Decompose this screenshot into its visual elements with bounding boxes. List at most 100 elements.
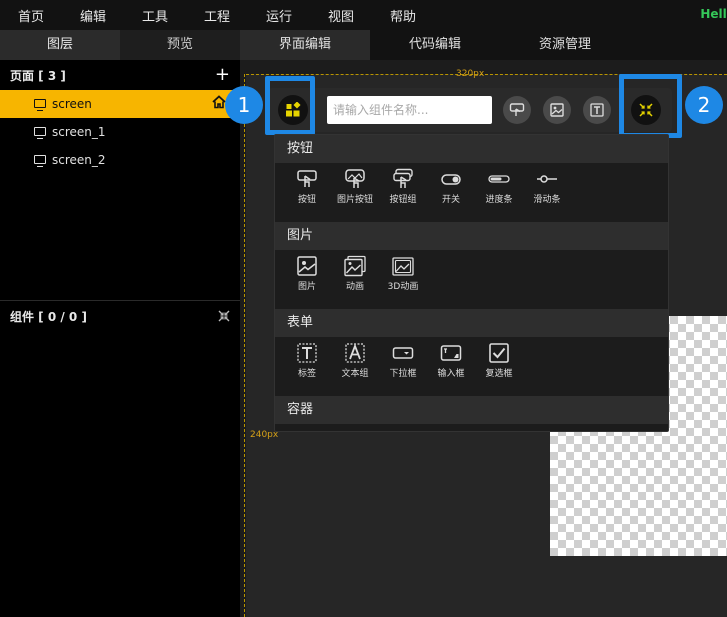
- button-icon: [297, 170, 317, 187]
- group-separator: [275, 300, 668, 309]
- widget-label: 下拉框: [389, 369, 417, 379]
- menu-item-help[interactable]: 帮助: [372, 6, 434, 25]
- page-label: screen_2: [52, 153, 106, 167]
- components-header: 组件 [ 0 / 0 ]: [0, 301, 240, 331]
- widget-toolbar: [268, 88, 672, 132]
- component-search-input[interactable]: [327, 96, 492, 124]
- menu-item-run[interactable]: 运行: [248, 6, 310, 25]
- home-icon[interactable]: [212, 95, 226, 109]
- page-item-screen-1[interactable]: screen_1: [0, 118, 240, 146]
- widget-label: 滑动条: [533, 195, 561, 205]
- monitor-icon: [34, 99, 46, 111]
- menu-item-edit[interactable]: 编辑: [62, 6, 124, 25]
- animation-icon: [344, 255, 366, 277]
- components-header-label: 组件 [ 0 / 0 ]: [10, 309, 87, 324]
- tab-layers[interactable]: 图层: [0, 30, 120, 60]
- components-section: 组件 [ 0 / 0 ]: [0, 300, 240, 331]
- pages-header-label: 页面 [ 3 ]: [10, 68, 66, 83]
- widget-switch[interactable]: 开关: [427, 163, 475, 213]
- group-title-buttons: 按钮: [275, 135, 668, 163]
- widget-label: 图片: [297, 282, 316, 292]
- add-page-icon[interactable]: +: [215, 66, 230, 84]
- button-group-icon: [393, 168, 413, 188]
- progress-bar-icon: [488, 175, 510, 183]
- widget-label: 标签: [297, 369, 316, 379]
- widget-label: 按钮: [297, 195, 316, 205]
- image-filter-button[interactable]: [543, 96, 571, 124]
- checkbox-icon: [489, 343, 509, 363]
- menu-item-view[interactable]: 视图: [310, 6, 372, 25]
- tab-code-editor[interactable]: 代码编辑: [370, 30, 500, 60]
- widget-label: 复选框: [485, 369, 513, 379]
- page-item-screen[interactable]: screen: [0, 90, 240, 118]
- widget-image-button[interactable]: 图片按钮: [331, 163, 379, 213]
- widget-label: 文本组: [341, 369, 369, 379]
- group-separator: [275, 387, 668, 396]
- left-panel: 图层 预览 页面 [ 3 ] + screen screen_1 screen_…: [0, 30, 240, 617]
- widget-label: 进度条: [485, 195, 513, 205]
- widget-label-item[interactable]: 标签: [283, 337, 331, 387]
- widget-progress-bar[interactable]: 进度条: [475, 163, 523, 213]
- group-body-forms: 标签 文本组 下拉框 输入框 复选框: [275, 337, 668, 387]
- text-filter-button[interactable]: [583, 96, 611, 124]
- guide-line-vertical: [244, 74, 245, 617]
- widget-text-group[interactable]: 文本组: [331, 337, 379, 387]
- widget-label: 按钮组: [389, 195, 417, 205]
- slider-icon: [537, 175, 557, 183]
- image-icon: [297, 256, 317, 276]
- widget-3d-animation[interactable]: 3D动画: [379, 250, 427, 300]
- pages-header: 页面 [ 3 ] +: [0, 60, 240, 90]
- group-separator: [275, 213, 668, 222]
- menu-item-tools[interactable]: 工具: [124, 6, 186, 25]
- callout-2: 2: [685, 86, 723, 124]
- label-icon: [297, 343, 317, 363]
- tab-ui-editor[interactable]: 界面编辑: [240, 30, 370, 60]
- tab-resource-manager[interactable]: 资源管理: [500, 30, 630, 60]
- collapse-icon[interactable]: [218, 310, 230, 322]
- group-body-buttons: 按钮 图片按钮 按钮组 开关 进度条 滑动条: [275, 163, 668, 213]
- widget-dropdown: 按钮 按钮 图片按钮 按钮组 开关 进度条 滑动条 图片 图片 动画 3D动画 …: [274, 134, 669, 432]
- widget-animation[interactable]: 动画: [331, 250, 379, 300]
- monitor-icon: [34, 155, 46, 167]
- hello-text: Hello: [700, 7, 727, 21]
- switch-icon: [441, 174, 461, 185]
- page-label: screen_1: [52, 125, 106, 139]
- highlight-box-1: [265, 76, 315, 135]
- button-filter-button[interactable]: [503, 96, 531, 124]
- widget-label: 输入框: [437, 369, 465, 379]
- ruler-left: [240, 60, 246, 617]
- menu-bar: 首页 编辑 工具 工程 运行 视图 帮助 Hello: [0, 0, 727, 30]
- editor-tabs: 界面编辑 代码编辑 资源管理: [240, 30, 727, 60]
- group-body-images: 图片 动画 3D动画: [275, 250, 668, 300]
- group-title-forms: 表单: [275, 309, 668, 337]
- highlight-box-2: [619, 74, 682, 138]
- page-label: screen: [52, 97, 92, 111]
- callout-1: 1: [225, 86, 263, 124]
- 3d-animation-icon: [392, 257, 414, 276]
- tab-preview[interactable]: 预览: [120, 30, 240, 60]
- widget-image[interactable]: 图片: [283, 250, 331, 300]
- left-tabs: 图层 预览: [0, 30, 240, 60]
- menu-item-home[interactable]: 首页: [0, 6, 62, 25]
- widget-dropdown-item[interactable]: 下拉框: [379, 337, 427, 387]
- page-item-screen-2[interactable]: screen_2: [0, 146, 240, 174]
- widget-label: 图片按钮: [336, 195, 373, 205]
- ruler-width-label: 320px: [456, 69, 485, 79]
- widget-slider[interactable]: 滑动条: [523, 163, 571, 213]
- widget-button-group[interactable]: 按钮组: [379, 163, 427, 213]
- image-button-icon: [345, 169, 365, 188]
- widget-button[interactable]: 按钮: [283, 163, 331, 213]
- widget-input[interactable]: 输入框: [427, 337, 475, 387]
- widget-checkbox[interactable]: 复选框: [475, 337, 523, 387]
- menu-item-project[interactable]: 工程: [186, 6, 248, 25]
- group-title-images: 图片: [275, 222, 668, 250]
- dropdown-icon: [392, 347, 414, 359]
- widget-label: 3D动画: [387, 282, 419, 292]
- text-group-icon: [345, 343, 365, 363]
- monitor-icon: [34, 127, 46, 139]
- widget-label: 动画: [345, 282, 364, 292]
- text-icon: [590, 103, 604, 117]
- widget-label: 开关: [441, 195, 460, 205]
- input-icon: [440, 345, 462, 361]
- image-icon: [550, 103, 564, 117]
